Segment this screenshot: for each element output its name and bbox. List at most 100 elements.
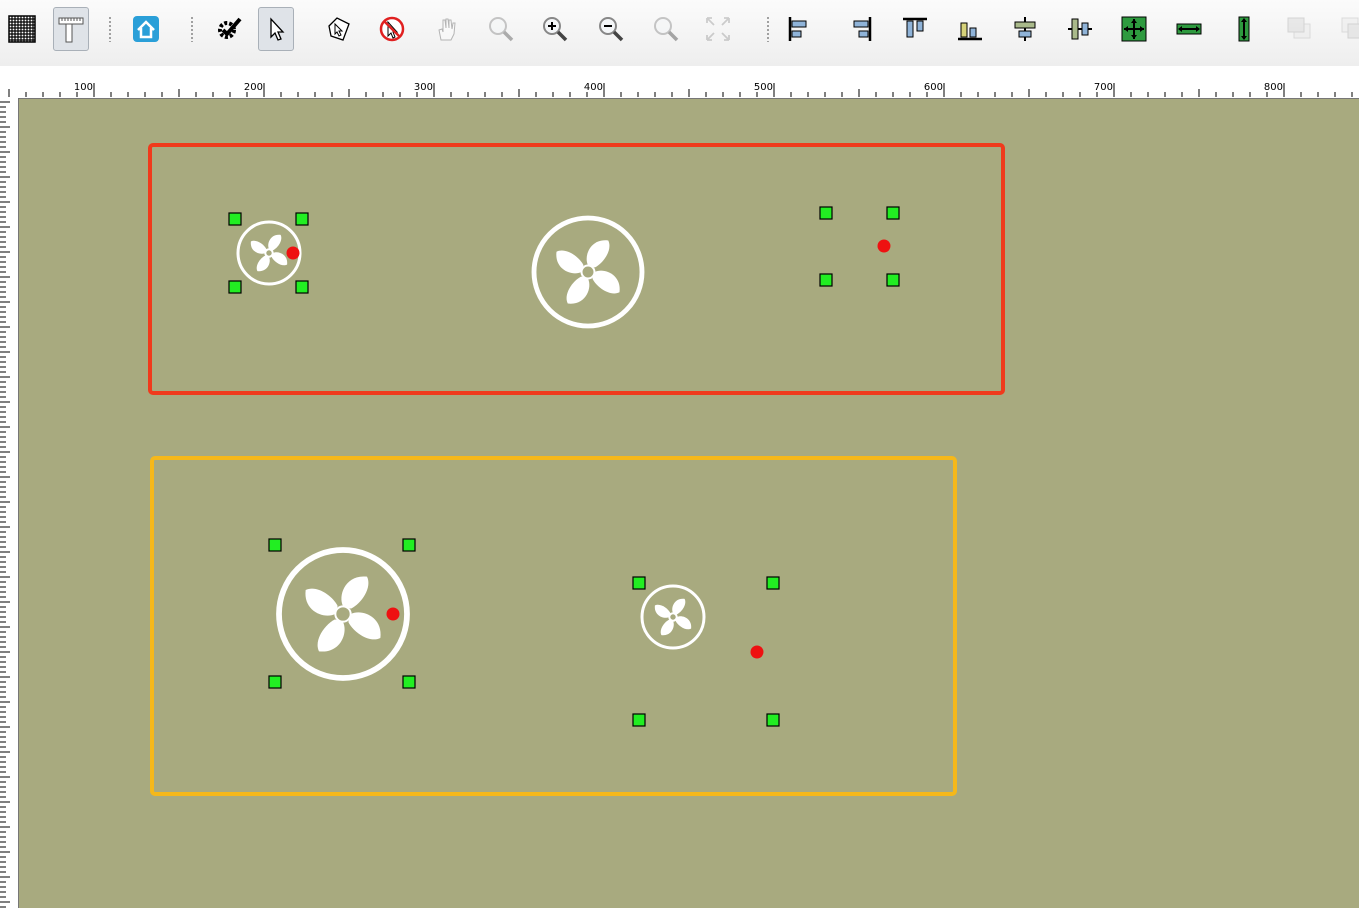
fan-small[interactable] <box>640 584 706 650</box>
align-center-vertical-icon <box>1068 18 1092 40</box>
selection-handle[interactable] <box>886 273 900 287</box>
toolbar <box>0 0 1359 67</box>
ruler-label: 200 <box>244 82 263 93</box>
select-pointer-button[interactable] <box>258 7 294 51</box>
settings-check-icon <box>218 17 242 39</box>
fan-blade <box>566 276 590 304</box>
zoom-in-icon <box>543 17 568 42</box>
pan-hand-button[interactable] <box>428 7 464 51</box>
grid-icon <box>8 15 36 43</box>
ruler-label: 700 <box>1094 82 1113 93</box>
selection-handle[interactable] <box>402 675 416 689</box>
fan-blade <box>592 270 620 294</box>
ruler-label: 300 <box>414 82 433 93</box>
ruler-label: 400 <box>584 82 603 93</box>
selection-handle[interactable] <box>295 212 309 226</box>
align-top-button[interactable] <box>897 7 933 51</box>
same-height-icon <box>1238 16 1250 42</box>
pan-hand-icon <box>438 18 456 41</box>
ruler-label: 100 <box>74 82 93 93</box>
selection-handle[interactable] <box>766 713 780 727</box>
selection-handle[interactable] <box>268 675 282 689</box>
fan-hub <box>264 248 274 258</box>
fan-blade <box>305 588 338 616</box>
selection-handle[interactable] <box>886 206 900 220</box>
fan-blade <box>268 234 282 251</box>
fit-screen-button[interactable] <box>700 7 736 51</box>
fan-blade <box>341 576 369 609</box>
toolbar-grip[interactable] <box>108 16 112 42</box>
fan-blade <box>556 250 584 274</box>
bring-front-icon <box>1287 17 1311 39</box>
zoom-in-button[interactable] <box>537 7 573 51</box>
selection-handle[interactable] <box>228 212 242 226</box>
send-back-button[interactable] <box>1335 7 1359 51</box>
no-pointer-icon <box>379 16 405 42</box>
no-pointer-button[interactable] <box>374 7 410 51</box>
align-left-button[interactable] <box>782 7 818 51</box>
zoom-button[interactable] <box>483 7 519 51</box>
align-center-horizontal-icon <box>1014 17 1036 41</box>
rotation-pivot[interactable] <box>286 246 300 260</box>
drawing-canvas[interactable] <box>19 99 1359 908</box>
align-center-vertical-button[interactable] <box>1062 7 1098 51</box>
fan-blade <box>256 255 270 272</box>
zoom-out-icon <box>599 17 624 42</box>
rotation-pivot[interactable] <box>750 645 764 659</box>
toolbar-grip[interactable] <box>190 16 194 42</box>
align-bottom-button[interactable] <box>952 7 988 51</box>
bring-front-button[interactable] <box>1281 7 1317 51</box>
fan-blade <box>675 616 692 630</box>
selection-handle[interactable] <box>819 206 833 220</box>
fan-blade <box>654 604 671 618</box>
same-size-icon <box>1121 16 1147 42</box>
align-top-icon <box>903 17 927 38</box>
group-red[interactable] <box>148 143 1005 395</box>
align-bottom-icon <box>958 22 982 41</box>
selection-handle[interactable] <box>632 576 646 590</box>
toolbar-grip[interactable] <box>766 16 770 42</box>
rotation-pivot[interactable] <box>877 239 891 253</box>
same-width-icon <box>1176 23 1202 35</box>
zoom-icon <box>489 17 514 42</box>
selection-handle[interactable] <box>766 576 780 590</box>
ruler-label: 600 <box>924 82 943 93</box>
align-right-button[interactable] <box>842 7 878 51</box>
edit-pointer-icon <box>328 17 350 41</box>
selection-handle[interactable] <box>295 280 309 294</box>
fan-blade <box>317 619 345 652</box>
group-frame[interactable] <box>150 456 957 796</box>
align-center-horizontal-button[interactable] <box>1007 7 1043 51</box>
zoom-out-button[interactable] <box>593 7 629 51</box>
zoom-window-button[interactable] <box>648 7 684 51</box>
same-width-button[interactable] <box>1171 7 1207 51</box>
edit-pointer-button[interactable] <box>320 7 356 51</box>
settings-check-button[interactable] <box>210 7 246 51</box>
group-yellow[interactable] <box>150 456 957 796</box>
selection-handle[interactable] <box>819 273 833 287</box>
fan-large[interactable] <box>531 215 645 329</box>
select-pointer-icon <box>270 17 285 41</box>
fit-screen-icon <box>706 17 730 41</box>
selection-handle[interactable] <box>268 538 282 552</box>
same-size-button[interactable] <box>1116 7 1152 51</box>
fan-hub <box>668 612 678 622</box>
fan-blade <box>348 612 381 640</box>
send-back-icon <box>1341 17 1359 39</box>
ruler-icon <box>58 17 84 43</box>
horizontal-ruler: 100 200 300 400 500 600 700 800 <box>0 66 1359 99</box>
fan-blade <box>660 619 674 636</box>
ruler-button[interactable] <box>53 7 89 51</box>
fan-hub <box>580 264 596 280</box>
grid-button[interactable] <box>4 7 40 51</box>
selection-handle[interactable] <box>632 713 646 727</box>
rotation-pivot[interactable] <box>386 607 400 621</box>
align-left-icon <box>788 17 807 41</box>
selection-handle[interactable] <box>228 280 242 294</box>
fan-blade <box>672 598 686 615</box>
home-button[interactable] <box>128 7 164 51</box>
zoom-window-icon <box>654 17 679 42</box>
same-height-button[interactable] <box>1226 7 1262 51</box>
home-icon <box>133 16 159 42</box>
selection-handle[interactable] <box>402 538 416 552</box>
